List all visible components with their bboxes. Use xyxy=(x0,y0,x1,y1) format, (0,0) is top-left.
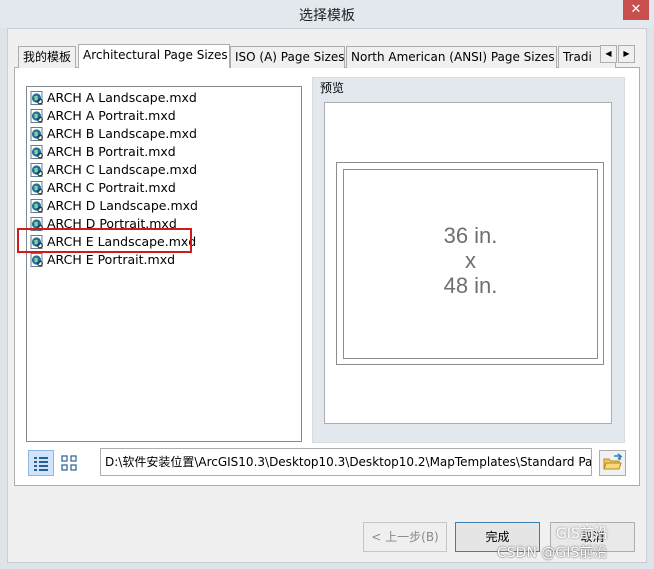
list-item-label: ARCH A Portrait.mxd xyxy=(47,108,176,123)
close-icon: ✕ xyxy=(630,2,642,17)
map-document-icon xyxy=(30,253,43,267)
list-item[interactable]: ARCH C Portrait.mxd xyxy=(28,179,298,197)
tab-strip: 我的模板 Architectural Page Sizes ISO (A) Pa… xyxy=(14,44,616,68)
tab-north-american-ansi-page-sizes[interactable]: North American (ANSI) Page Sizes xyxy=(346,46,557,68)
map-document-icon xyxy=(30,127,43,141)
list-view-button[interactable] xyxy=(28,450,54,476)
map-document-icon xyxy=(30,91,43,105)
map-document-icon xyxy=(30,181,43,195)
list-item-label: ARCH E Portrait.mxd xyxy=(47,252,176,267)
map-document-icon xyxy=(30,199,43,213)
title-bar: 选择模板 ✕ xyxy=(0,0,654,28)
watermark-logo-text: GIS前沿 xyxy=(556,526,608,542)
list-item[interactable]: ARCH B Portrait.mxd xyxy=(28,143,298,161)
back-button[interactable]: < 上一步(B) xyxy=(363,522,447,552)
list-item-label: ARCH B Landscape.mxd xyxy=(47,126,197,141)
list-item-label: ARCH D Landscape.mxd xyxy=(47,198,198,213)
list-item-label: ARCH B Portrait.mxd xyxy=(47,144,176,159)
open-folder-icon xyxy=(603,453,623,470)
tab-iso-a-page-sizes[interactable]: ISO (A) Page Sizes xyxy=(230,46,345,68)
list-item[interactable]: ARCH E Portrait.mxd xyxy=(28,251,298,269)
chevron-right-icon: ▶ xyxy=(623,49,630,58)
list-item[interactable]: ARCH C Landscape.mxd xyxy=(28,161,298,179)
map-document-icon xyxy=(30,145,43,159)
close-button[interactable]: ✕ xyxy=(623,0,649,20)
page-times-text: x xyxy=(465,248,476,273)
tab-my-templates[interactable]: 我的模板 xyxy=(18,46,76,68)
thumbnail-view-button[interactable] xyxy=(56,450,82,476)
preview-label: 预览 xyxy=(320,81,345,95)
map-document-icon xyxy=(30,109,43,123)
template-path-field[interactable]: D:\软件安装位置\ArcGIS10.3\Desktop10.3\Desktop… xyxy=(100,448,592,476)
tab-label: Architectural Page Sizes xyxy=(83,48,228,62)
list-item-label: ARCH A Landscape.mxd xyxy=(47,90,197,105)
chevron-left-icon: ◀ xyxy=(605,49,612,58)
thumbnail-view-icon xyxy=(61,455,77,471)
page-height-text: 48 in. xyxy=(443,273,498,298)
browse-folder-button[interactable] xyxy=(599,450,626,476)
tab-scroll-left-button[interactable]: ◀ xyxy=(600,45,617,63)
list-item[interactable]: ARCH D Landscape.mxd xyxy=(28,197,298,215)
list-item[interactable]: ARCH A Portrait.mxd xyxy=(28,107,298,125)
dialog-title: 选择模板 xyxy=(299,8,355,24)
list-item[interactable]: ARCH B Landscape.mxd xyxy=(28,125,298,143)
list-item[interactable]: ARCH A Landscape.mxd xyxy=(28,89,298,107)
list-view-icon xyxy=(34,457,48,471)
tab-label: ISO (A) Page Sizes xyxy=(235,50,345,64)
map-document-icon xyxy=(30,163,43,177)
tab-architectural-page-sizes[interactable]: Architectural Page Sizes xyxy=(78,44,230,68)
tab-label: Tradi xyxy=(563,50,592,64)
page-width-text: 36 in. xyxy=(443,223,498,248)
tab-scroll-right-button[interactable]: ▶ xyxy=(618,45,635,63)
selection-highlight-outline xyxy=(17,228,192,253)
list-item-label: ARCH C Portrait.mxd xyxy=(47,180,176,195)
list-item-label: ARCH C Landscape.mxd xyxy=(47,162,198,177)
tab-label: North American (ANSI) Page Sizes xyxy=(351,50,555,64)
tab-label: 我的模板 xyxy=(23,50,72,64)
watermark-text: CSDN @GIS前沿 xyxy=(497,545,608,561)
